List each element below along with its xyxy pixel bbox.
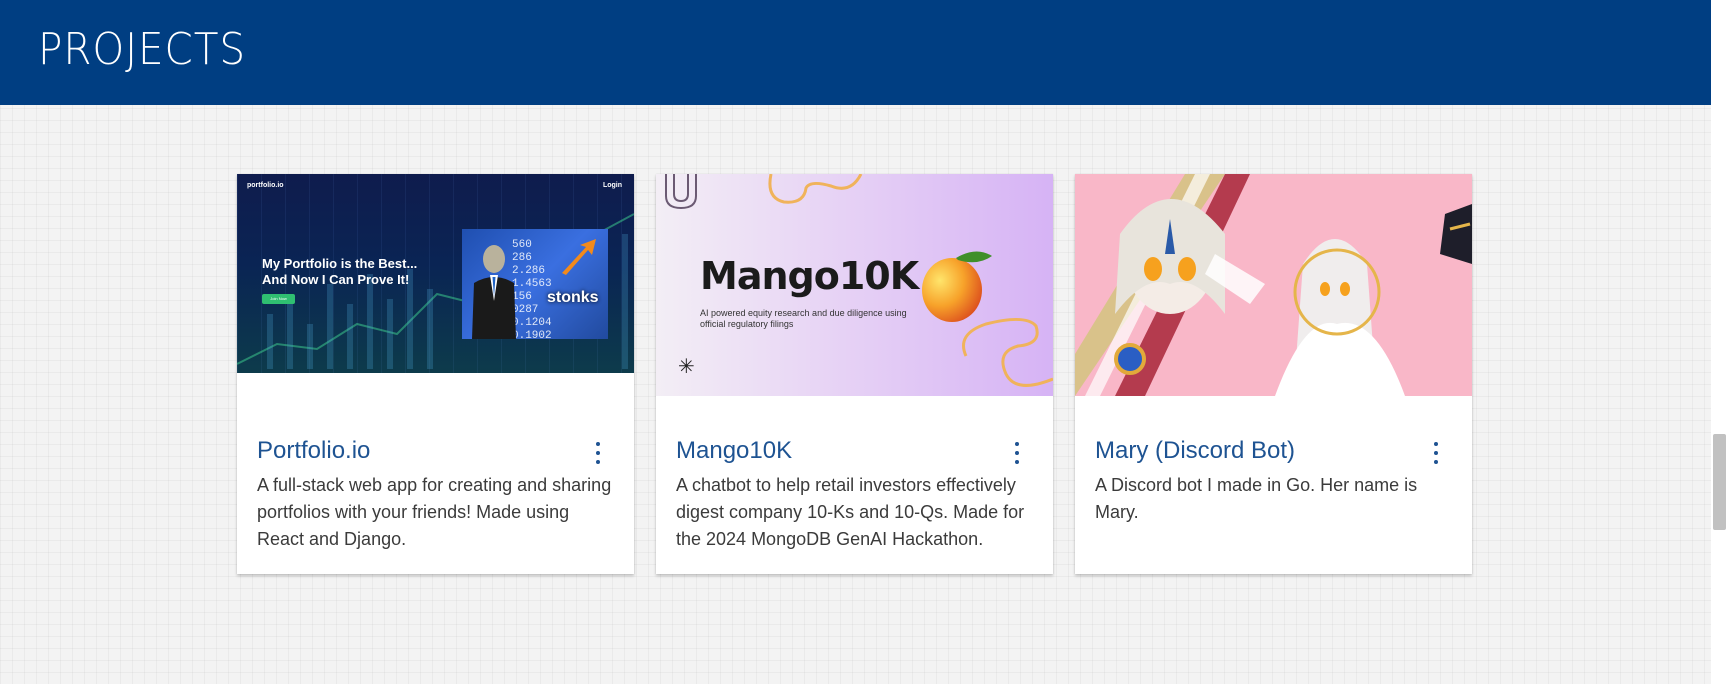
stonks-text: stonks [547,289,599,306]
project-title[interactable]: Mango10K [676,436,1033,466]
portfolio-headline-line2: And Now I Can Prove It! [262,272,410,287]
project-image-mary [1075,174,1472,396]
card-content: Mango10K A chatbot to help retail invest… [676,436,1033,553]
project-title[interactable]: Mary (Discord Bot) [1095,436,1452,466]
project-description: A chatbot to help retail investors effec… [676,475,1025,549]
portfolio-login: Login [602,182,622,189]
stonks-meme-image: 560 286 2.286 1.4563 156 0287 0.1204 0.1… [462,229,608,342]
mango-banner-title: Mango10K [700,254,919,298]
page-title: PROJECTS [38,24,246,75]
project-description: A Discord bot I made in Go. Her name is … [1095,475,1418,522]
project-card-portfolio[interactable]: portfolio.io Login My Portfolio is the B… [237,174,634,574]
more-vert-icon[interactable] [592,442,604,464]
mango-banner-subtitle: AI powered equity research and due dilig… [700,308,907,329]
card-content: Portfolio.io A full-stack web app for cr… [257,436,614,553]
project-image-mango10k: Mango10K AI powered equity research and … [656,174,1053,396]
portfolio-cta: Join Now [262,294,295,304]
page-header: PROJECTS [0,0,1711,105]
project-image-portfolio: portfolio.io Login My Portfolio is the B… [237,174,634,373]
arrow-up-icon [562,239,596,275]
portfolio-headline: My Portfolio is the Best... And Now I Ca… [262,256,452,288]
project-cards: portfolio.io Login My Portfolio is the B… [237,174,1472,574]
more-vert-icon[interactable] [1430,442,1442,464]
card-content: Mary (Discord Bot) A Discord bot I made … [1095,436,1452,526]
scrollbar-thumb[interactable] [1713,434,1726,530]
more-vert-icon[interactable] [1011,442,1023,464]
meme-man-figure [472,245,516,339]
asterisk-icon: ✳ [678,356,695,378]
mango-icon [922,251,992,322]
portfolio-logo: portfolio.io [247,182,284,189]
anime-character-illustration [1075,174,1472,396]
project-card-mango10k[interactable]: Mango10K AI powered equity research and … [656,174,1053,574]
project-card-mary[interactable]: Mary (Discord Bot) A Discord bot I made … [1075,174,1472,574]
project-description: A full-stack web app for creating and sh… [257,475,612,549]
project-title[interactable]: Portfolio.io [257,436,614,466]
portfolio-headline-line1: My Portfolio is the Best... [262,256,418,271]
scrollbar[interactable] [1711,0,1727,684]
